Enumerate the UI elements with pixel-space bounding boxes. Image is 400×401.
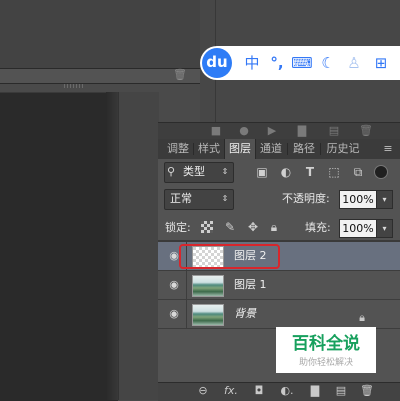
trash-icon[interactable]: 🗑︎ [172, 68, 188, 82]
grid-icon[interactable]: ⊞ [368, 52, 394, 74]
watermark-title: 百科全说 [292, 334, 360, 354]
canvas-area[interactable] [0, 92, 118, 401]
punctuation-icon[interactable]: °, [264, 52, 290, 74]
opacity-label: 不透明度: [282, 192, 330, 205]
type-filter-icon[interactable]: T [302, 164, 318, 180]
tab-separator [193, 143, 194, 155]
lock-transparency-icon[interactable] [201, 221, 213, 233]
lock-icon: 🔒︎ [359, 311, 365, 324]
tab-history[interactable]: 历史记 [322, 139, 364, 159]
baidu-logo-icon[interactable]: du [202, 48, 232, 78]
folder-icon[interactable]: ▇ [294, 122, 310, 139]
panel-menu-icon[interactable]: ≡ [378, 139, 398, 159]
shape-filter-icon[interactable]: ⬚ [326, 164, 342, 180]
layer-thumbnail [192, 304, 224, 326]
lock-label: 锁定: [165, 221, 191, 234]
layer-name[interactable]: 图层 1 [234, 275, 294, 295]
layer-name[interactable]: 背景 [234, 304, 294, 324]
divider [186, 271, 187, 299]
play-icon[interactable]: ▶ [264, 122, 280, 139]
opacity-input[interactable]: 100% [339, 190, 377, 209]
user-icon[interactable]: ♙ [342, 52, 366, 74]
trash-icon[interactable]: 🗑︎ [356, 382, 378, 400]
chinese-input-icon[interactable]: 中 [240, 52, 264, 74]
fill-label: 填充: [305, 221, 331, 234]
eye-icon[interactable]: ◉ [165, 277, 183, 293]
tab-paths[interactable]: 路径 [289, 139, 319, 159]
adjustment-layer-icon[interactable]: ◐. [276, 382, 298, 400]
keyboard-icon[interactable]: ⌨ [290, 52, 314, 74]
document-panel [0, 0, 201, 68]
chevron-down-icon[interactable]: ▾ [376, 219, 393, 238]
layer-thumbnail [192, 275, 224, 297]
canvas-edge-shadow [106, 92, 118, 400]
fx-icon[interactable]: fx. [220, 382, 242, 400]
smart-object-filter-icon[interactable]: ⧉ [350, 164, 366, 180]
lock-position-move-icon[interactable]: ✥ [245, 219, 261, 236]
add-mask-icon[interactable]: ◘ [248, 382, 270, 400]
pixel-filter-icon[interactable]: ▣ [254, 164, 270, 180]
lock-all-icon[interactable]: 🔒︎ [266, 219, 282, 236]
fill-input[interactable]: 100% [339, 219, 377, 238]
stop-icon[interactable]: ■ [208, 122, 224, 139]
link-layers-icon[interactable]: ⊖ [192, 382, 214, 400]
eye-icon[interactable]: ◉ [165, 306, 183, 322]
moon-icon[interactable]: ☾ [316, 52, 340, 74]
blend-mode-value: 正常 [170, 192, 192, 205]
new-layer-icon[interactable]: ▤ [330, 382, 352, 400]
new-item-icon[interactable]: ▤ [326, 122, 342, 139]
divider [186, 300, 187, 328]
kind-filter-label: 类型 [183, 165, 205, 178]
resize-grip[interactable] [64, 84, 84, 88]
document-panel-toolbar [0, 68, 200, 84]
chevron-updown-icon: ⇕ [221, 167, 229, 176]
chevron-updown-icon: ⇕ [221, 194, 229, 203]
search-icon: ⚲ [167, 165, 176, 178]
tab-adjustments[interactable]: 调整 [164, 139, 192, 159]
new-group-icon[interactable]: ▇ [304, 382, 326, 400]
tab-layers[interactable]: 图层 [224, 139, 256, 159]
trash-icon[interactable]: 🗑︎ [358, 122, 374, 139]
tab-separator [287, 143, 288, 155]
record-icon[interactable]: ● [236, 122, 252, 139]
tab-styles[interactable]: 样式 [195, 139, 223, 159]
lock-pixels-brush-icon[interactable]: ✎ [222, 219, 238, 236]
watermark-subtitle: 助你轻松解决 [298, 358, 353, 368]
highlight-annotation [179, 244, 280, 269]
panel-gutter [118, 92, 159, 400]
chevron-down-icon[interactable]: ▾ [376, 190, 393, 209]
adjustment-filter-icon[interactable]: ◐ [278, 164, 294, 180]
filter-toggle[interactable] [374, 165, 388, 179]
tab-channels[interactable]: 通道 [257, 139, 285, 159]
tab-separator [320, 143, 321, 155]
